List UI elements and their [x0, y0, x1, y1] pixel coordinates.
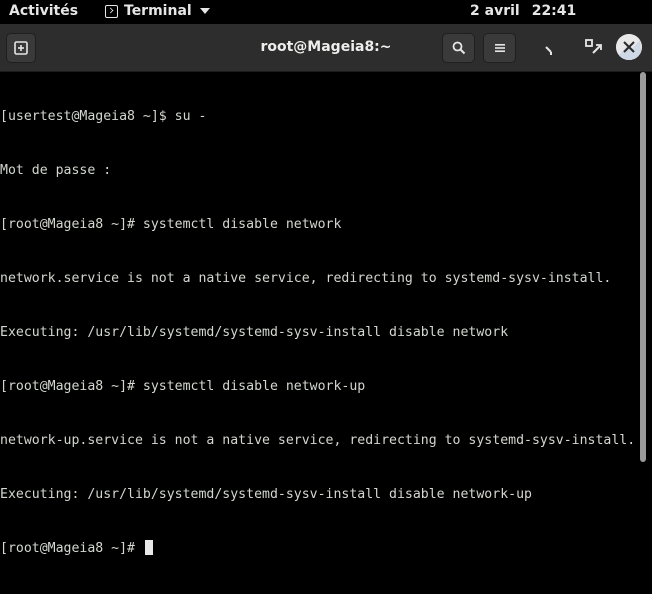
terminal-output: [usertest@Mageia8 ~]$ su - Mot de passe …	[0, 72, 635, 594]
close-icon[interactable]	[616, 34, 642, 60]
terminal-line: Mot de passe :	[0, 163, 112, 178]
hamburger-menu-icon	[494, 44, 505, 52]
terminal-prompt-line: [root@Mageia8 ~]#	[0, 540, 635, 558]
app-menu-label: Terminal	[124, 3, 192, 19]
terminal-line: [root@Mageia8 ~]# systemctl disable netw…	[0, 379, 366, 394]
terminal-line: network-up.service is not a native servi…	[0, 433, 636, 448]
minimize-icon[interactable]	[540, 38, 560, 58]
terminal-line: network.service is not a native service,…	[0, 271, 612, 286]
search-icon	[452, 41, 465, 55]
clock-date: 2 avril	[470, 3, 520, 19]
app-menu[interactable]: Terminal	[105, 3, 210, 19]
search-button[interactable]	[442, 33, 475, 63]
terminal-app-icon	[105, 4, 118, 18]
chevron-down-icon	[199, 8, 210, 14]
terminal-line: Executing: /usr/lib/systemd/systemd-sysv…	[0, 487, 532, 502]
maximize-icon[interactable]	[585, 38, 605, 58]
activities-button[interactable]: Activités	[9, 3, 78, 19]
scrollbar[interactable]	[640, 72, 646, 462]
menu-button[interactable]	[483, 33, 516, 63]
top-bar: Activités Terminal 2 avril 22:41	[0, 0, 652, 24]
text-cursor	[144, 540, 153, 555]
terminal-header-bar: root@Mageia8:~	[0, 24, 652, 72]
clock[interactable]: 2 avril 22:41	[470, 3, 576, 19]
clock-time: 22:41	[531, 3, 577, 19]
terminal-line: Executing: /usr/lib/systemd/systemd-sysv…	[0, 325, 509, 340]
terminal-view[interactable]: [usertest@Mageia8 ~]$ su - Mot de passe …	[0, 72, 652, 556]
terminal-line: [root@Mageia8 ~]# systemctl disable netw…	[0, 217, 342, 232]
terminal-line: [usertest@Mageia8 ~]$ su -	[0, 109, 207, 124]
prompt: [root@Mageia8 ~]#	[0, 541, 143, 556]
